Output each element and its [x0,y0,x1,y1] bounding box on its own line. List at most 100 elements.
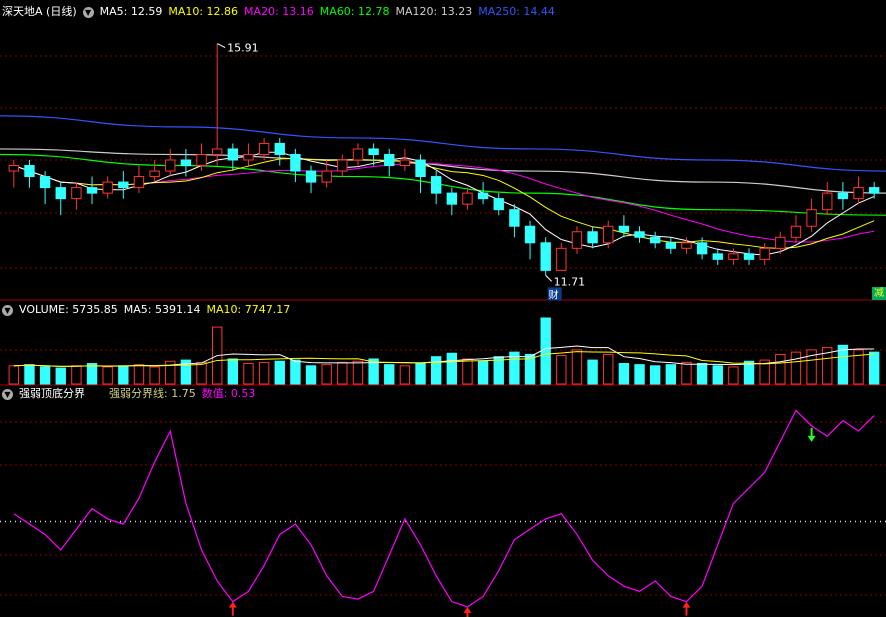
volume-bar [446,352,458,385]
volume-bar [258,361,270,385]
candle-body [243,153,254,161]
candle-body [24,165,35,178]
vol-ma10-label: MA10: 7747.17 [206,303,291,316]
candle-body [274,142,285,155]
volume-bar [243,363,254,385]
candle-body [71,187,82,200]
candle-body [571,231,583,249]
candle-body [462,192,473,205]
candle-body [477,192,489,200]
collapse-icon[interactable]: ▼ [2,304,13,316]
volume-bar [133,364,145,385]
stock-title: 深天地A (日线) [2,5,77,18]
candle-body [305,170,317,183]
volume-bar [775,353,786,385]
price-legend: 深天地A (日线) ▼ MA5: 12.59 MA10: 12.86 MA20:… [2,4,555,20]
volume-bar [790,351,802,385]
candle-body [352,148,364,161]
candle-body [634,231,645,238]
volume-bar [618,363,630,385]
volume-bar [665,364,677,385]
indicator-legend: ▼ 强弱顶底分界 强弱分界线: 1.75 数值: 0.53 [2,386,255,402]
candle-body [587,231,598,244]
candle-body [337,159,348,172]
candle-body [258,142,270,155]
candle-body [603,225,614,244]
candle-body [196,153,207,167]
volume-bar [493,356,504,385]
vol-ma5-label: MA5: 5391.14 [123,303,201,316]
volume-bar [384,364,395,385]
candle-body [868,187,880,194]
candle-body [524,225,536,244]
candle-body [759,247,770,260]
buy-arrow-icon [682,601,691,616]
candle-body [618,225,630,233]
volume-bar [102,366,113,385]
volume-bar [681,361,692,385]
ma10-label: MA10: 12.86 [168,5,239,18]
candle-body [696,242,708,255]
candle-body [211,148,223,155]
candle-body [8,165,20,172]
candle-body [853,187,864,200]
candle-body [728,253,739,260]
volume-bar [118,365,129,385]
candle-body [743,253,755,260]
volume-legend: ▼ VOLUME: 5735.85 MA5: 5391.14 MA10: 774… [2,302,290,318]
volume-label: VOLUME: 5735.85 [19,303,118,316]
volume-bar [149,366,160,385]
candle-body [775,236,786,249]
collapse-icon[interactable]: ▼ [82,6,94,18]
collapse-icon[interactable]: ▼ [2,388,13,400]
volume-bar [571,349,583,385]
volume-bar [634,364,645,385]
candle-body [118,181,129,189]
volume-bar [587,359,598,385]
volume-bar [227,358,239,385]
ma10-line [13,157,875,249]
candle-body [55,187,66,200]
volume-bar [196,361,207,385]
volume-bar [477,360,489,385]
ma250-line [0,115,886,172]
ma120-line [0,148,886,194]
volume-bar [24,364,35,385]
buy-arrow-icon [463,606,472,617]
ma5-label: MA5: 12.59 [99,5,163,18]
candle-body [165,159,176,172]
candle-body [837,192,849,200]
volume-bar [743,360,755,385]
volume-bar [352,360,364,385]
candle-body [384,153,395,167]
candle-body [822,192,833,211]
threshold-label: 强弱分界线: 1.75 [109,387,196,400]
candle-body [790,225,802,238]
ma5-line [13,151,875,256]
candle-body [493,198,504,211]
volume-bar [603,353,614,385]
ma120-label: MA120: 13.23 [395,5,473,18]
status-badge: 减 [872,287,886,300]
indicator-line [13,409,875,608]
ma20-label: MA20: 13.16 [244,5,314,18]
indicator-title: 强弱顶底分界 [19,387,85,400]
candle-body [290,153,301,172]
candle-body [446,192,458,205]
volume-bar [71,365,82,385]
volume-bar [305,365,317,385]
volume-bar [415,363,426,385]
candle-body [368,148,379,155]
volume-bar [728,366,739,385]
candle-body [415,159,426,178]
high-price-label: 15.91 [227,42,259,55]
event-marker: 财 [549,288,559,301]
candle-body [39,176,51,189]
volume-bar [39,366,51,385]
volume-bar [290,359,301,385]
candle-body [540,242,551,271]
candle-body [665,242,677,249]
volume-bar [540,317,551,385]
volume-bar [337,361,348,385]
volume-bar [399,365,411,385]
